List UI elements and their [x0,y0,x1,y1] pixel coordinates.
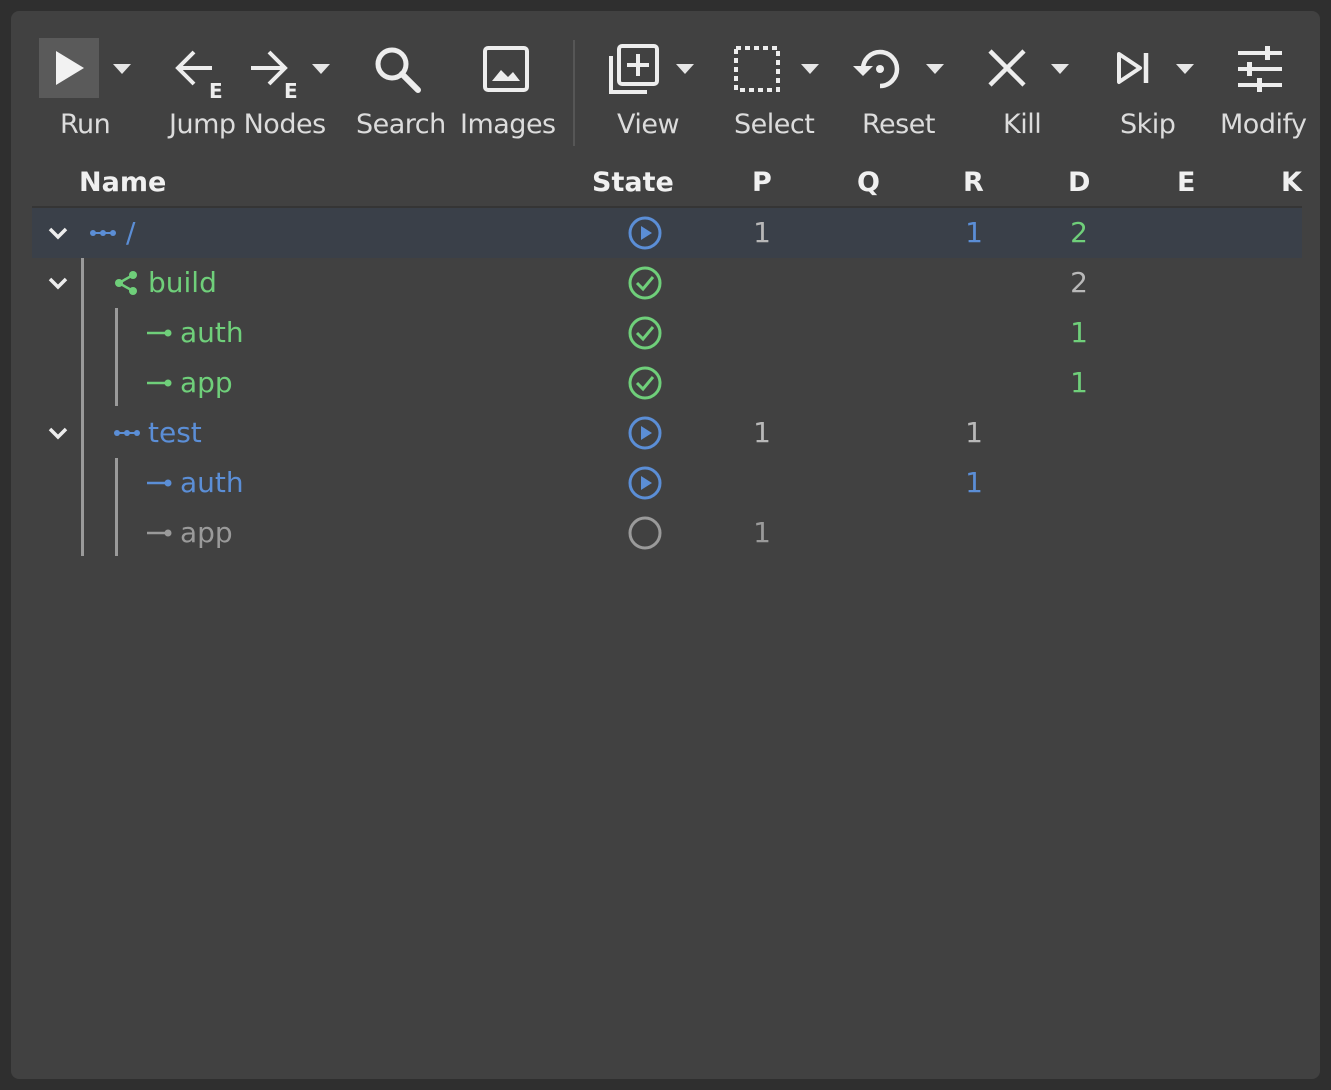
run-label: Run [60,109,111,140]
select-icon[interactable] [732,44,782,94]
column-header-k[interactable]: K [1281,166,1302,200]
view-dropdown-caret[interactable] [676,64,694,74]
kill-label: Kill [1003,109,1042,140]
chevron-down-icon[interactable] [46,271,70,295]
row-name: auth [180,316,244,349]
task-icon [147,329,172,337]
reset-icon[interactable] [851,42,907,96]
sliders-icon[interactable] [1235,44,1285,94]
table-row[interactable]: / 1 1 2 [32,208,1302,258]
jump-nodes-label: Jump Nodes [169,109,326,140]
row-name: build [148,266,217,299]
column-header-name[interactable]: Name [79,166,166,200]
close-icon[interactable] [985,46,1029,90]
row-name: auth [180,466,244,499]
cell-p: 1 [753,416,771,449]
task-icon [147,479,172,487]
family-icon [114,430,140,436]
select-dropdown-caret[interactable] [801,64,819,74]
queued-state-icon [628,516,662,550]
share-icon [115,271,137,295]
skip-label: Skip [1120,109,1176,140]
images-label: Images [460,109,556,140]
jump-back-icon[interactable]: E [172,46,228,102]
column-header-e[interactable]: E [1177,166,1195,200]
toolbar-separator [573,40,575,146]
task-icon [147,529,172,537]
kill-dropdown-caret[interactable] [1051,64,1069,74]
running-state-icon [628,416,662,450]
row-name: app [180,516,233,549]
column-header-r[interactable]: R [963,166,984,200]
table-row[interactable]: app 1 [32,358,1302,408]
jump-forward-subscript: E [284,79,298,102]
view-label: View [617,109,680,140]
cell-p: 1 [753,216,771,249]
run-button[interactable] [39,38,99,98]
jump-dropdown-caret[interactable] [312,64,330,74]
skip-next-icon[interactable] [1114,50,1154,86]
table-row[interactable]: build 2 [32,258,1302,308]
jump-forward-icon[interactable]: E [247,46,303,102]
chevron-down-icon[interactable] [46,221,70,245]
modify-label: Modify [1220,109,1307,140]
search-icon[interactable] [372,44,424,96]
table-row[interactable]: test 1 1 [32,408,1302,458]
chevron-down-icon[interactable] [46,421,70,445]
running-state-icon [628,466,662,500]
complete-state-icon [628,266,662,300]
table-row[interactable]: auth 1 [32,458,1302,508]
skip-dropdown-caret[interactable] [1176,64,1194,74]
jump-back-subscript: E [209,79,223,102]
column-header-d[interactable]: D [1068,166,1090,200]
cell-d: 1 [1070,366,1088,399]
row-name: app [180,366,233,399]
search-label: Search [356,109,446,140]
cell-d: 1 [1070,316,1088,349]
column-header-p[interactable]: P [752,166,772,200]
column-header-state[interactable]: State [592,166,674,200]
select-label: Select [734,109,815,140]
table-row[interactable]: auth 1 [32,308,1302,358]
cell-d: 2 [1070,266,1088,299]
cell-r: 1 [965,216,983,249]
play-icon [56,51,84,85]
table-row[interactable]: app 1 [32,508,1302,558]
column-header-q[interactable]: Q [857,166,880,200]
reset-label: Reset [862,109,935,140]
reset-dropdown-caret[interactable] [926,64,944,74]
row-name: test [148,416,202,449]
family-icon [90,230,116,236]
complete-state-icon [628,366,662,400]
task-icon [147,379,172,387]
cell-p: 1 [753,516,771,549]
cell-d: 2 [1070,216,1088,249]
row-name: / [126,216,136,249]
cell-r: 1 [965,466,983,499]
run-dropdown-caret[interactable] [113,64,131,74]
complete-state-icon [628,316,662,350]
running-state-icon [628,216,662,250]
image-icon[interactable] [481,44,531,94]
add-view-icon[interactable] [603,42,661,98]
cell-r: 1 [965,416,983,449]
